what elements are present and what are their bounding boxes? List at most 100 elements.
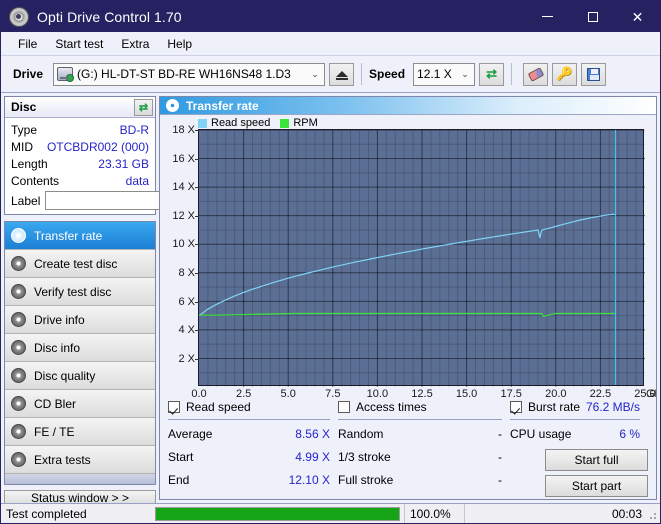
legend-swatch-rpm <box>280 119 289 128</box>
disc-icon <box>11 396 26 411</box>
menu-item-start-test[interactable]: Start test <box>46 35 112 53</box>
legend-label-rpm: RPM <box>293 117 317 129</box>
sidebar-item-label: Drive info <box>34 313 85 327</box>
transfer-rate-plot[interactable]: 2 X4 X6 X8 X10 X12 X14 X16 X18 X0.02.55.… <box>198 129 644 386</box>
erase-button[interactable] <box>523 63 548 86</box>
sidebar-item-fe-te[interactable]: FE / TE <box>5 418 155 446</box>
start-part-button[interactable]: Start part <box>545 475 648 497</box>
resize-grip[interactable] <box>647 510 657 520</box>
sidebar-item-extra-tests[interactable]: Extra tests <box>5 446 155 474</box>
sidebar-item-transfer-rate[interactable]: Transfer rate <box>5 222 155 250</box>
x-axis-tick-label: 15.0 <box>456 385 477 400</box>
disc-icon <box>11 340 26 355</box>
stat-row-average: Average 8.56 X <box>168 422 338 445</box>
refresh-icon: ⇄ <box>486 66 497 82</box>
window-title: Opti Drive Control 1.70 <box>37 9 182 25</box>
maximize-button[interactable] <box>570 1 615 32</box>
stat-key: Average <box>168 427 212 441</box>
y-axis-tick-label: 2 X <box>178 353 199 365</box>
disc-label-row: Label <box>11 191 149 210</box>
burst-rate-checkbox-row[interactable]: Burst rate 76.2 MB/s <box>510 397 648 416</box>
minimize-icon <box>542 16 553 17</box>
sidebar-item-label: CD Bler <box>34 397 76 411</box>
x-axis-tick-label: 10.0 <box>367 385 388 400</box>
progress-bar-fill <box>156 508 399 520</box>
stat-row-cpu-usage: CPU usage 6 % <box>510 422 648 445</box>
stat-row-start: Start 4.99 X <box>168 445 338 468</box>
stat-row-random: Random - <box>338 422 510 445</box>
save-button[interactable] <box>581 63 606 86</box>
y-axis-tick-label: 8 X <box>178 267 199 279</box>
burst-rate-checkbox[interactable] <box>510 401 522 413</box>
y-axis-tick-label: 12 X <box>172 210 199 222</box>
stat-value: - <box>498 450 502 464</box>
sidebar-item-drive-info[interactable]: Drive info <box>5 306 155 334</box>
stat-value: 8.56 X <box>295 427 330 441</box>
disc-row-length: Length 23.31 GB <box>11 155 149 172</box>
drive-select[interactable]: (G:) HL-DT-ST BD-RE WH16NS48 1.D3 ⌄ <box>53 63 325 86</box>
main-panel: Transfer rate Read speed RPM 2 X4 X6 X8 … <box>159 96 657 500</box>
disc-row-key: MID <box>11 140 33 154</box>
stat-value: 12.10 X <box>289 473 330 487</box>
disc-icon <box>11 228 26 243</box>
menu-item-extra[interactable]: Extra <box>112 35 158 53</box>
x-axis-tick-label: 20.0 <box>545 385 566 400</box>
key-icon: 🔑 <box>556 66 572 82</box>
x-axis-tick-label: 12.5 <box>411 385 432 400</box>
disc-refresh-button[interactable]: ⇄ <box>134 99 153 116</box>
x-axis-tick-label: 22.5 <box>590 385 611 400</box>
disc-row-value: data <box>126 174 149 188</box>
eject-button[interactable] <box>329 63 354 86</box>
drive-label: Drive <box>13 67 43 81</box>
sidebar-item-verify-test-disc[interactable]: Verify test disc <box>5 278 155 306</box>
chart-cursor-line <box>615 130 616 385</box>
stats-col-access-times: Access times Random - 1/3 stroke - Full … <box>338 397 510 497</box>
close-button[interactable]: ✕ <box>615 1 660 32</box>
stats-col-burst: Burst rate 76.2 MB/s CPU usage 6 % Start… <box>510 397 648 497</box>
x-axis-tick-label: 17.5 <box>500 385 521 400</box>
menu-item-help[interactable]: Help <box>158 35 201 53</box>
speed-select[interactable]: 12.1 X ⌄ <box>413 63 475 86</box>
disc-info-rows: Type BD-R MID OTCBDR002 (000) Length 23.… <box>5 118 155 214</box>
sidebar-item-label: FE / TE <box>34 425 74 439</box>
stat-row-end: End 12.10 X <box>168 468 338 491</box>
x-axis-tick-label: 2.5 <box>236 385 251 400</box>
access-times-checkbox[interactable] <box>338 401 350 413</box>
stat-key: CPU usage <box>510 427 571 441</box>
stat-row-third-stroke: 1/3 stroke - <box>338 445 510 468</box>
menu-item-file[interactable]: File <box>9 35 46 53</box>
disc-row-mid: MID OTCBDR002 (000) <box>11 138 149 155</box>
disc-row-value: BD-R <box>120 123 149 137</box>
sidebar-item-disc-info[interactable]: Disc info <box>5 334 155 362</box>
y-axis-tick-label: 14 X <box>172 181 199 193</box>
sidebar-item-disc-quality[interactable]: Disc quality <box>5 362 155 390</box>
minimize-button[interactable] <box>525 1 570 32</box>
key-button[interactable]: 🔑 <box>552 63 577 86</box>
disc-icon <box>11 312 26 327</box>
disc-icon <box>166 99 179 112</box>
maximize-icon <box>588 12 598 22</box>
status-message: Test completed <box>1 504 151 524</box>
eject-icon <box>336 71 348 77</box>
chevron-down-icon: ⌄ <box>456 69 474 80</box>
app-disc-icon <box>9 7 29 27</box>
read-speed-checkbox[interactable] <box>168 401 180 413</box>
start-full-button[interactable]: Start full <box>545 449 648 471</box>
y-axis-tick-label: 6 X <box>178 296 199 308</box>
chevron-down-icon: ⌄ <box>306 69 324 80</box>
elapsed-time: 00:03 <box>464 504 660 524</box>
speed-select-value: 12.1 X <box>417 67 456 81</box>
sidebar-item-cd-bler[interactable]: CD Bler <box>5 390 155 418</box>
legend-swatch-read-speed <box>198 119 207 128</box>
title-bar: Opti Drive Control 1.70 ✕ <box>1 1 660 32</box>
sidebar-item-create-test-disc[interactable]: Create test disc <box>5 250 155 278</box>
y-axis-tick-label: 10 X <box>172 238 199 250</box>
refresh-button[interactable]: ⇄ <box>479 63 504 86</box>
sidebar-item-label: Transfer rate <box>34 229 102 243</box>
disc-row-key: Type <box>11 123 37 137</box>
body-split: Disc ⇄ Type BD-R MID OTCBDR002 (000) Len… <box>1 94 660 502</box>
toolbar-divider-1 <box>361 63 362 85</box>
x-axis-tick-label: 7.5 <box>325 385 340 400</box>
stat-value: - <box>498 473 502 487</box>
chart-legend: Read speed RPM <box>198 117 324 129</box>
